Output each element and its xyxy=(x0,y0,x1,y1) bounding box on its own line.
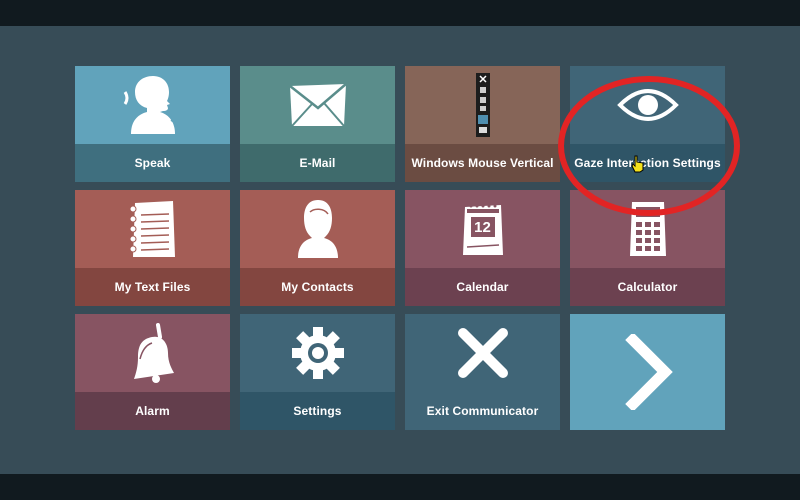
hand-pointer-icon xyxy=(631,155,645,178)
tile-alarm[interactable]: Alarm xyxy=(75,314,230,430)
tile-email[interactable]: E-Mail xyxy=(240,66,395,182)
mouse-toolbar-icon xyxy=(475,73,490,137)
tile-next-page[interactable] xyxy=(570,314,725,430)
tile-icon-area xyxy=(570,190,725,268)
chevron-right-icon xyxy=(623,334,673,410)
tile-calendar[interactable]: 12 Calendar xyxy=(405,190,560,306)
tile-label: Speak xyxy=(75,144,230,182)
tile-label: Exit Communicator xyxy=(405,392,560,430)
tile-icon-area xyxy=(240,314,395,392)
tile-icon-area xyxy=(75,314,230,392)
tile-windows-mouse-vertical[interactable]: Windows Mouse Vertical xyxy=(405,66,560,182)
gear-icon xyxy=(291,326,345,380)
tile-my-contacts[interactable]: My Contacts xyxy=(240,190,395,306)
tile-exit-communicator[interactable]: Exit Communicator xyxy=(405,314,560,430)
speaking-head-icon xyxy=(123,74,183,136)
tile-label: My Contacts xyxy=(240,268,395,306)
bell-icon xyxy=(130,323,176,383)
envelope-icon xyxy=(288,82,348,128)
tile-icon-area xyxy=(405,66,560,144)
tile-icon-area xyxy=(75,190,230,268)
tile-speak[interactable]: Speak xyxy=(75,66,230,182)
tile-label: Gaze Interaction Settings xyxy=(570,144,725,182)
calendar-icon: 12 xyxy=(461,201,505,257)
tile-icon-area xyxy=(570,314,725,430)
calculator-icon xyxy=(628,200,668,258)
tile-label: E-Mail xyxy=(240,144,395,182)
tile-label: Windows Mouse Vertical xyxy=(405,144,560,182)
calendar-day-number: 12 xyxy=(474,218,491,236)
tile-icon-area xyxy=(240,190,395,268)
top-bar xyxy=(0,0,800,26)
tile-icon-area xyxy=(75,66,230,144)
tile-label: My Text Files xyxy=(75,268,230,306)
communicator-grid: Speak E-Mail Windows Mouse Vertical Gaze… xyxy=(0,26,800,474)
tile-label: Settings xyxy=(240,392,395,430)
eye-icon xyxy=(616,85,679,125)
close-icon xyxy=(457,327,509,379)
tile-settings[interactable]: Settings xyxy=(240,314,395,430)
tile-icon-area xyxy=(405,314,560,392)
tile-label: Alarm xyxy=(75,392,230,430)
tile-icon-area xyxy=(570,66,725,144)
tile-calculator[interactable]: Calculator xyxy=(570,190,725,306)
tile-gaze-interaction-settings[interactable]: Gaze Interaction Settings xyxy=(570,66,725,182)
tile-label: Calculator xyxy=(570,268,725,306)
tile-icon-area xyxy=(240,66,395,144)
bottom-bar xyxy=(0,474,800,500)
person-icon xyxy=(296,198,340,260)
tile-my-text-files[interactable]: My Text Files xyxy=(75,190,230,306)
tile-label: Calendar xyxy=(405,268,560,306)
tile-icon-area: 12 xyxy=(405,190,560,268)
notepad-icon xyxy=(129,199,177,259)
